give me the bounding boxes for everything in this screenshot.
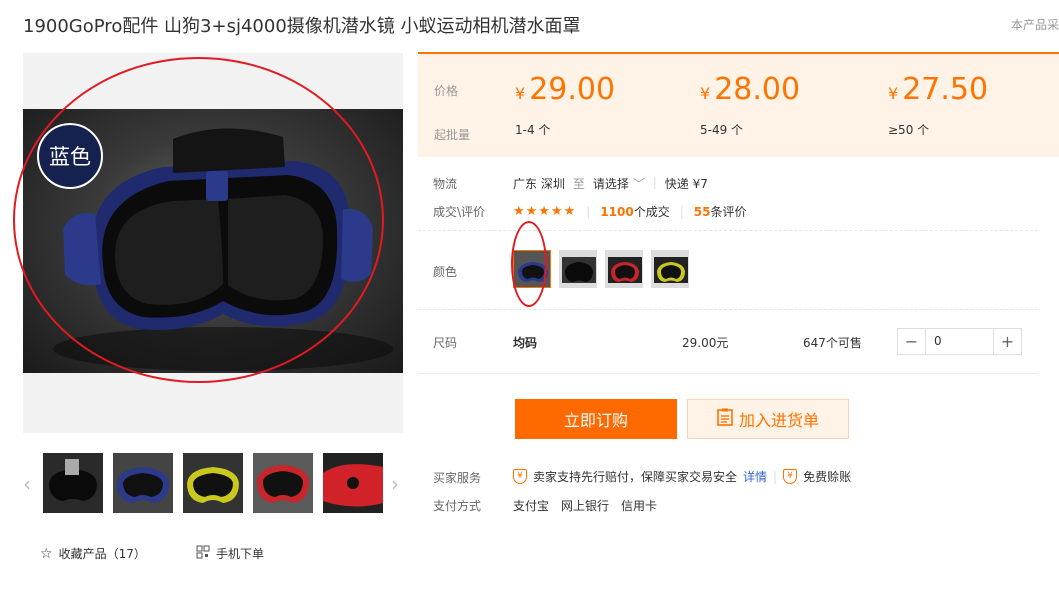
reviews-count[interactable]: 55条评价 xyxy=(694,203,747,220)
size-stock: 647个可售 xyxy=(803,336,862,350)
logistics-info: 广东 深圳 至 请选择 ﹀ | 快递 ¥7 xyxy=(513,175,708,192)
color-option-black[interactable] xyxy=(559,250,597,288)
thumb-next-icon[interactable]: › xyxy=(391,472,399,496)
size-label: 尺码 xyxy=(433,336,458,350)
deals-number: 1100 xyxy=(600,205,634,219)
rating-info: ★★★★★ | 1100个成交 | 55条评价 xyxy=(513,203,747,220)
payment-method: 支付宝 xyxy=(513,499,550,513)
tier-range: ≥50 个 xyxy=(888,123,930,137)
deals-text: 个成交 xyxy=(633,205,670,219)
color-option-blue[interactable] xyxy=(513,250,551,288)
tier-range: 1-4 个 xyxy=(515,123,551,137)
payment-method: 网上银行 xyxy=(561,499,610,513)
report-link[interactable]: 本产品采 xyxy=(1011,16,1059,33)
express-fee: 快递 ¥7 xyxy=(664,177,708,191)
clipboard-icon xyxy=(717,408,733,430)
reviews-number: 55 xyxy=(693,205,711,219)
to-word: 至 xyxy=(572,177,585,191)
payment-method: 信用卡 xyxy=(621,499,658,513)
price-label: 价格 xyxy=(434,84,459,98)
rating-stars-icon: ★★★★★ xyxy=(513,204,577,219)
thumbnail-2[interactable] xyxy=(113,453,173,513)
size-price: 29.00元 xyxy=(682,336,729,350)
tier-price: 28.00 xyxy=(714,72,801,107)
size-name: 均码 xyxy=(513,336,538,350)
thumbnail-strip: ‹ › xyxy=(23,452,408,514)
free-claim-text[interactable]: 免费赊账 xyxy=(803,468,851,485)
thumb-prev-icon[interactable]: ‹ xyxy=(23,472,31,496)
thumbnail-1[interactable] xyxy=(43,453,103,513)
currency-symbol: ¥ xyxy=(515,84,526,103)
color-option-red[interactable] xyxy=(605,250,643,288)
currency-symbol: ¥ xyxy=(700,84,711,103)
thumbnail-3[interactable] xyxy=(183,453,243,513)
batch-label: 起批量 xyxy=(434,128,471,142)
price-tier-2: ¥28.00 5-49 个 xyxy=(700,72,800,138)
add-to-cart-button[interactable]: 加入进货单 xyxy=(687,399,849,439)
chevron-down-icon: ﹀ xyxy=(632,177,645,191)
divider xyxy=(418,230,1038,231)
divider xyxy=(418,309,1038,310)
quantity-input[interactable]: 0 xyxy=(925,329,994,354)
shield-icon: ¥ xyxy=(513,469,527,484)
mobile-order-link[interactable]: 手机下单 xyxy=(196,545,264,562)
color-option-yellow[interactable] xyxy=(651,250,689,288)
destination-value: 请选择 xyxy=(592,177,629,191)
color-label: 颜色 xyxy=(433,265,458,279)
credit-icon: ¥ xyxy=(783,469,798,484)
star-outline-icon: ☆ xyxy=(40,545,53,562)
main-product-image: 蓝色 xyxy=(23,109,403,373)
logistics-label: 物流 xyxy=(433,177,458,191)
favorite-label: 收藏产品（17） xyxy=(58,547,146,561)
mobile-order-label: 手机下单 xyxy=(216,547,265,561)
favorite-link[interactable]: ☆ 收藏产品（17） xyxy=(40,545,146,562)
minus-button[interactable]: − xyxy=(898,329,925,354)
payment-label: 支付方式 xyxy=(433,499,482,513)
rating-label: 成交\评价 xyxy=(433,205,486,219)
tier-price: 29.00 xyxy=(529,72,616,107)
tier-price: 27.50 xyxy=(902,72,989,107)
price-tier-3: ¥27.50 ≥50 个 xyxy=(888,72,988,138)
thumbnail-5[interactable] xyxy=(323,453,383,513)
ship-from: 广东 深圳 xyxy=(513,177,565,191)
currency-symbol: ¥ xyxy=(888,84,899,103)
deals-count[interactable]: 1100个成交 xyxy=(600,203,669,220)
product-title: 1900GoPro配件 山狗3+sj4000摄像机潜水镜 小蚁运动相机潜水面罩 xyxy=(23,16,581,37)
main-image-area: 蓝色 xyxy=(23,53,403,433)
price-box: 价格 起批量 ¥29.00 1-4 个 ¥28.00 5-49 个 ¥27.50… xyxy=(418,52,1059,157)
add-to-cart-label: 加入进货单 xyxy=(738,411,819,430)
reviews-text: 条评价 xyxy=(710,205,747,219)
service-label: 买家服务 xyxy=(433,471,482,485)
destination-select[interactable]: 请选择 ﹀ xyxy=(593,175,645,192)
service-info: ¥ 卖家支持先行赔付，保障买家交易安全 详情 | ¥ 免费赊账 xyxy=(513,468,851,485)
guarantee-text: 卖家支持先行赔付，保障买家交易安全 xyxy=(533,470,738,484)
qr-code-icon xyxy=(196,545,210,562)
buy-now-button[interactable]: 立即订购 xyxy=(515,399,677,439)
quantity-stepper: − 0 + xyxy=(897,328,1022,355)
divider xyxy=(418,373,1038,374)
price-tier-1: ¥29.00 1-4 个 xyxy=(515,72,615,138)
color-badge: 蓝色 xyxy=(37,123,103,189)
details-link[interactable]: 详情 xyxy=(743,468,767,485)
plus-button[interactable]: + xyxy=(994,329,1021,354)
payment-methods: 支付宝 网上银行 信用卡 xyxy=(513,497,657,514)
thumbnail-4[interactable] xyxy=(253,453,313,513)
tier-range: 5-49 个 xyxy=(700,123,744,137)
